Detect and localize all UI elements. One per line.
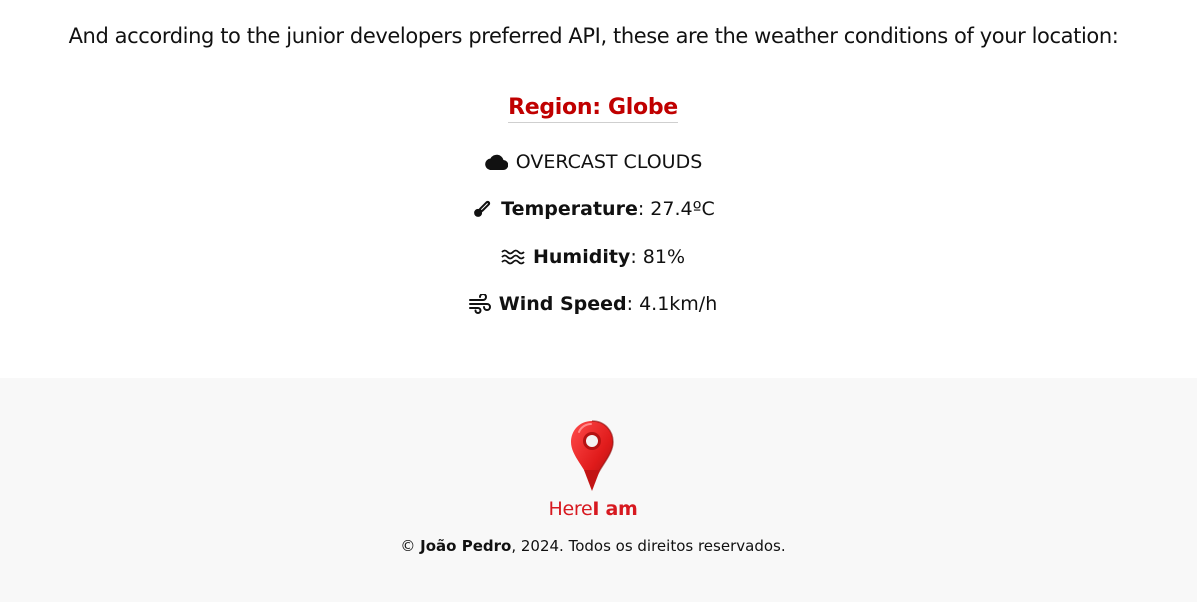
- condition-row: OVERCAST CLOUDS: [0, 148, 1186, 176]
- wind-speed-row: Wind Speed: 4.1km/h: [0, 290, 1186, 318]
- humidity-value: : 81%: [630, 246, 685, 268]
- water-waves-icon: [501, 248, 525, 266]
- region-heading-wrap: Region: Globe: [0, 95, 1186, 123]
- cloud-icon: [484, 153, 508, 171]
- copyright-author: João Pedro: [420, 537, 512, 555]
- thermometer-icon: [471, 198, 493, 220]
- condition-text: OVERCAST CLOUDS: [515, 151, 703, 173]
- intro-text: And according to the junior developers p…: [68, 24, 1119, 48]
- weather-section: And according to the junior developers p…: [0, 0, 1197, 378]
- wind-speed-value: : 4.1km/h: [626, 293, 718, 315]
- wind-speed-label: Wind Speed: [498, 293, 627, 315]
- humidity-label: Humidity: [533, 246, 631, 268]
- wind-icon: [468, 294, 491, 314]
- temperature-value: : 27.4ºC: [637, 198, 715, 220]
- brand-logo[interactable]: HereI am: [0, 418, 1186, 520]
- region-title: Region: Globe: [508, 95, 678, 123]
- copyright-symbol: ©: [400, 537, 421, 555]
- temperature-row: Temperature: 27.4ºC: [0, 195, 1186, 223]
- copyright-text: © João Pedro, 2024. Todos os direitos re…: [0, 537, 1186, 555]
- brand-name: HereI am: [549, 498, 638, 520]
- footer: HereI am © João Pedro, 2024. Todos os di…: [0, 378, 1197, 602]
- humidity-row: Humidity: 81%: [0, 243, 1186, 271]
- temperature-label: Temperature: [501, 198, 638, 220]
- brand-name-part2: I am: [592, 498, 638, 520]
- brand-name-part1: Here: [548, 498, 593, 520]
- map-pin-icon: [568, 418, 618, 496]
- copyright-rest: , 2024. Todos os direitos reservados.: [511, 537, 786, 555]
